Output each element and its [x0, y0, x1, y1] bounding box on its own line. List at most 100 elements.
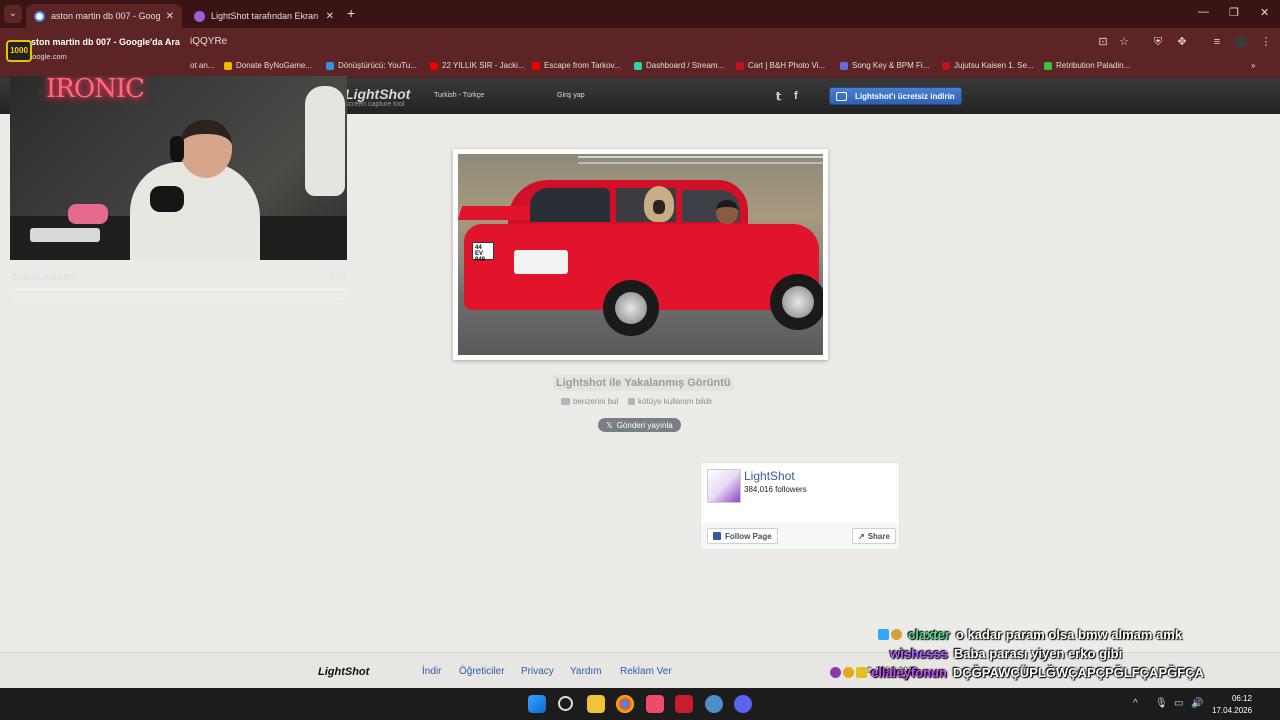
microphone-icon[interactable]: 🎙	[1155, 698, 1168, 709]
close-tab-icon[interactable]: ✕	[326, 11, 334, 22]
install-app-icon[interactable]: ⊡	[1097, 36, 1109, 48]
tray-expand-icon[interactable]: ^	[1133, 698, 1138, 709]
tab-hover-card-domain: google.com	[28, 52, 67, 61]
pink-mouse	[68, 204, 108, 224]
bookmark-item[interactable]: Song Key & BPM Fi...	[840, 61, 929, 70]
settings-app-icon[interactable]	[705, 695, 723, 713]
close-tab-icon[interactable]: ✕	[166, 11, 174, 22]
chat-message: claxter o kadar param olsa bmw almam amk	[878, 627, 1182, 642]
facebook-icon[interactable]: f	[794, 90, 798, 102]
car-rear-window	[530, 188, 610, 222]
clock-date: 17.04.2026	[1212, 706, 1253, 715]
bookmark-item[interactable]: 22 YILLIK SIR - Jacki...	[430, 61, 525, 70]
tab-title: aston martin db 007 - Google'da Ara	[51, 11, 160, 21]
wheel-rim	[782, 286, 814, 318]
footer-link-download[interactable]: İndir	[422, 666, 441, 677]
share-button[interactable]: ↗ Share	[852, 528, 896, 544]
extensions-puzzle-icon[interactable]: ✥	[1176, 36, 1188, 48]
more-bookmarks-button[interactable]: »	[1251, 61, 1255, 70]
music-app-icon[interactable]	[646, 695, 664, 713]
streamer-body	[130, 162, 260, 260]
chrome-icon[interactable]	[616, 695, 634, 713]
bookmark-star-icon[interactable]: ☆	[1118, 36, 1130, 48]
lightshot-tagline: screen capture tool	[345, 101, 405, 108]
youtube-icon	[430, 61, 438, 70]
song-key-icon	[840, 61, 848, 70]
badge-icon	[878, 629, 889, 640]
bookmark-label: 22 YILLIK SIR - Jacki...	[442, 61, 525, 70]
screenshot-caption: Lightshot ile Yakalanmış Görüntü	[553, 375, 734, 391]
bookmark-item[interactable]: Donate ByNoGame...	[224, 61, 312, 70]
chat-text: Baba parası yiyen erko gibi	[953, 646, 1123, 661]
screenshot-image-frame: 44 EV 949	[453, 149, 828, 360]
plush-toy	[305, 86, 345, 196]
footer-link-help[interactable]: Yardım	[570, 666, 602, 677]
discord-icon[interactable]	[734, 695, 752, 713]
bookmark-item[interactable]: Escape from Tarkov...	[532, 61, 621, 70]
x-logo-icon: 𝕏	[606, 420, 613, 430]
wowhead-icon	[1044, 61, 1052, 70]
search-icon[interactable]	[558, 696, 573, 711]
bookmark-item[interactable]: ot an...	[190, 61, 214, 70]
anime-site-icon	[942, 61, 950, 70]
share-label: Share	[867, 531, 890, 541]
facebook-icon	[713, 532, 721, 540]
follow-label: Follow Page	[725, 531, 772, 541]
bookmark-item[interactable]: Dönüştürücü: YouTu...	[326, 61, 417, 70]
chat-message: wishesss Baba parası yiyen erko gibi	[890, 646, 1122, 661]
bookmark-item[interactable]: Cart | B&H Photo Vi...	[736, 61, 825, 70]
lightshot-page-logo[interactable]	[707, 469, 741, 503]
download-lightshot-button[interactable]: Lightshot'ı ücretsiz indirin	[829, 87, 962, 105]
report-abuse-label: kötüye kullanım bildir	[638, 397, 713, 406]
chat-username: ellaleyfonun	[871, 665, 947, 680]
reading-list-icon[interactable]: ≡	[1211, 36, 1223, 48]
bookmark-item[interactable]: Dashboard / Stream...	[634, 61, 724, 70]
minimize-button[interactable]: —	[1198, 6, 1209, 18]
voice-app-icon[interactable]	[675, 695, 693, 713]
tab-lightshot[interactable]: LightShot tarafından Ekran Görüntüsü ✕	[186, 4, 342, 28]
footer-logo[interactable]: LightShot	[318, 666, 369, 678]
report-abuse-link[interactable]: kötüye kullanım bildir	[628, 397, 713, 406]
subscribers-label: SUBSCRIBERS	[12, 273, 76, 282]
footer-link-advertise[interactable]: Reklam Ver	[620, 666, 672, 677]
subscriber-goal-bar	[12, 289, 347, 299]
footer-link-tutorials[interactable]: Öğreticiler	[459, 666, 505, 677]
login-link[interactable]: Giriş yap	[557, 92, 585, 99]
trash-icon	[628, 398, 635, 405]
shield-extension-icon[interactable]: ⛨	[1152, 36, 1164, 48]
new-tab-button[interactable]: +	[347, 5, 355, 21]
twitter-icon[interactable]: 𝕥	[776, 90, 781, 103]
fb-page-name[interactable]: LightShot	[744, 469, 795, 483]
bookmark-item[interactable]: Jujutsu Kaisen 1. Se...	[942, 61, 1034, 70]
bookmark-label: Dönüştürücü: YouTu...	[338, 61, 417, 70]
tab-strip: ⌄ aston martin db 007 - Google'da Ara ✕ …	[0, 0, 1280, 28]
network-icon[interactable]: ▭	[1174, 698, 1183, 709]
tab-hover-card-title: aston martin db 007 - Google'da Ara	[26, 37, 180, 47]
follow-page-button[interactable]: Follow Page	[707, 528, 778, 544]
tweet-button[interactable]: 𝕏 Gönderi yayınla	[598, 418, 681, 432]
car-taillight	[514, 250, 568, 274]
windows-start-icon[interactable]	[528, 695, 546, 713]
driver	[716, 200, 738, 224]
restore-button[interactable]: ❐	[1229, 6, 1239, 19]
find-similar-link[interactable]: benzerini bul	[561, 397, 618, 406]
close-window-button[interactable]: ✕	[1260, 6, 1269, 19]
footer-link-privacy[interactable]: Privacy	[521, 666, 554, 677]
profile-avatar[interactable]	[1235, 36, 1247, 48]
address-bar[interactable]: iQQYRe	[190, 36, 227, 47]
system-clock[interactable]: 06:12 17.04.2026	[1212, 693, 1252, 717]
youtube-icon	[532, 61, 540, 70]
more-menu-icon[interactable]: ⋮	[1260, 36, 1272, 48]
plate-line-2: 949	[475, 257, 486, 263]
file-explorer-icon[interactable]	[587, 695, 605, 713]
tab-google-search[interactable]: aston martin db 007 - Google'da Ara ✕	[26, 4, 182, 28]
volume-icon[interactable]: 🔊	[1191, 698, 1203, 709]
language-selector[interactable]: Turkish - Türkçe	[434, 92, 484, 99]
download-button-label: Lightshot'ı ücretsiz indirin	[855, 91, 955, 101]
chat-text: DÇĞPAWÇÜPLĞWÇAPÇPĞLFÇAPĞFÇA	[952, 665, 1204, 680]
lightshot-logo[interactable]: LightShot	[345, 86, 410, 102]
tab-search-button[interactable]: ⌄	[4, 5, 22, 23]
bookmark-item[interactable]: Retribution Paladin...	[1044, 61, 1130, 70]
screenshot-image[interactable]: 44 EV 949	[458, 154, 823, 355]
clock-time: 06:12	[1231, 694, 1252, 703]
